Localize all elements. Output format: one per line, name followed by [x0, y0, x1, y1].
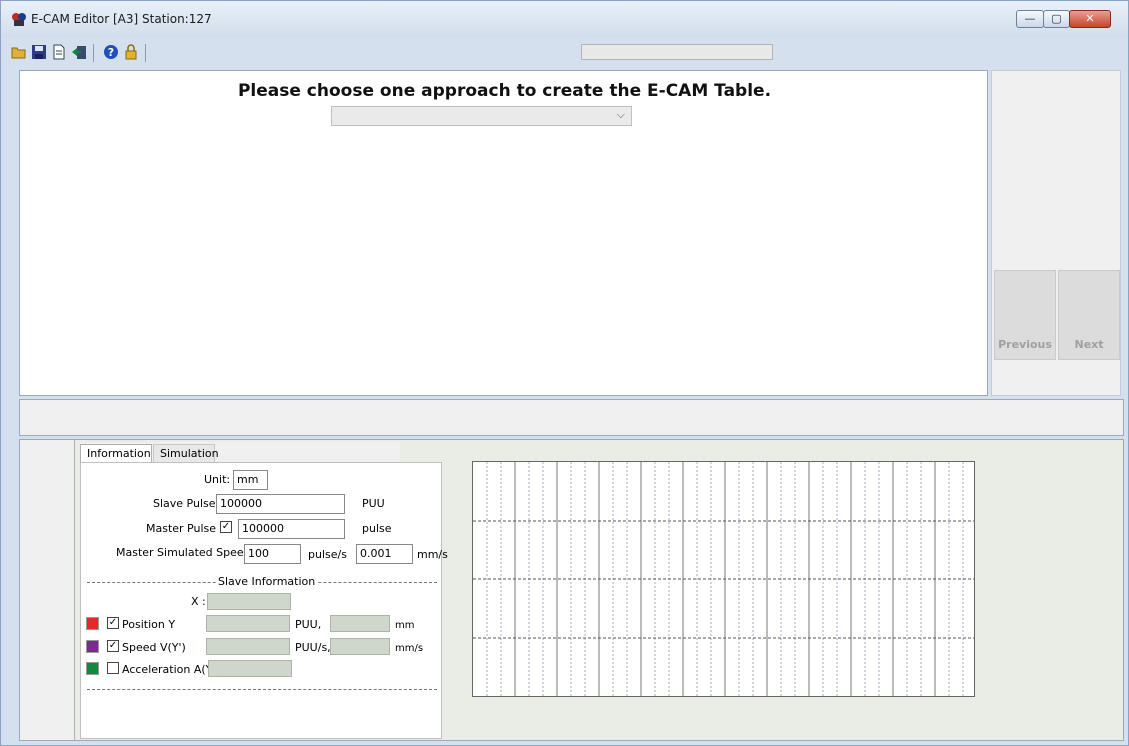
page-title: Please choose one approach to create the… [237, 81, 772, 101]
slave-pulse-label: Slave Pulse [153, 497, 216, 510]
speed-unit-puu: PUU/s, [295, 641, 331, 654]
tab-information[interactable]: Information [80, 444, 152, 462]
close-button[interactable]: ✕ [1069, 10, 1111, 28]
speed-unit-mm: mm/s [395, 643, 424, 654]
status-bar [19, 399, 1124, 436]
window-title: E-CAM Editor [A3] Station:127 [31, 12, 212, 26]
help-icon[interactable]: ? [103, 44, 119, 60]
close-icon: ✕ [1085, 12, 1095, 25]
speed-checkbox[interactable]: ✓ [107, 640, 119, 652]
main-panel: Please choose one approach to create the… [19, 70, 988, 396]
previous-button-label: Previous [998, 338, 1052, 351]
chart-area [472, 461, 975, 697]
position-puu-field [206, 615, 290, 632]
app-icon [12, 13, 26, 26]
position-color-swatch[interactable] [86, 617, 99, 630]
position-mm-field [330, 615, 390, 632]
maximize-icon: ▢ [1051, 12, 1062, 25]
speed-mm-field [330, 638, 390, 655]
master-speed-field[interactable]: 100 [244, 544, 301, 564]
toolbar-separator [93, 44, 94, 62]
position-unit-mm: mm [395, 620, 415, 631]
unit-label: Unit: [204, 473, 231, 486]
separator-line [87, 689, 437, 690]
information-panel: Unit: mm Slave Pulse 100000 PUU Master P… [80, 462, 448, 739]
toolbar-separator [145, 44, 146, 62]
minimize-icon: — [1024, 12, 1036, 25]
chevron-down-icon: ⌵ [616, 108, 625, 121]
position-unit-puu: PUU, [295, 618, 322, 631]
acceleration-label: Acceleration A(Y [122, 663, 213, 676]
x-label: X : [191, 595, 206, 608]
master-speed-mm-unit: mm/s [417, 548, 448, 561]
slave-information-label: Slave Information [216, 575, 318, 588]
save-icon[interactable] [31, 44, 47, 60]
approach-select[interactable]: ⌵ [331, 106, 632, 126]
master-pulse-checkbox[interactable]: ✓ [220, 521, 232, 533]
tab-bar: Information Simulation [80, 442, 400, 462]
next-button-label: Next [1074, 338, 1104, 351]
svg-text:?: ? [108, 46, 114, 59]
left-strip [20, 440, 75, 740]
maximize-button[interactable]: ▢ [1043, 10, 1070, 28]
x-value-field [207, 593, 291, 610]
export-icon[interactable] [71, 44, 87, 60]
minimize-button[interactable]: — [1016, 10, 1044, 28]
bottom-panel: Information Simulation Unit: mm Slave Pu… [19, 439, 1124, 741]
master-speed-label: Master Simulated Speed [116, 546, 251, 559]
master-speed-unit: pulse/s [308, 548, 347, 561]
master-pulse-field[interactable]: 100000 [238, 519, 345, 539]
master-pulse-unit: pulse [362, 522, 392, 535]
lock-icon[interactable] [123, 44, 139, 60]
slave-pulse-field[interactable]: 100000 [216, 494, 345, 514]
acceleration-checkbox[interactable] [107, 662, 119, 674]
open-folder-icon[interactable] [11, 44, 27, 60]
position-checkbox[interactable]: ✓ [107, 617, 119, 629]
new-document-icon[interactable] [51, 44, 67, 60]
acceleration-field [208, 660, 292, 677]
speed-color-swatch[interactable] [86, 640, 99, 653]
slave-pulse-unit: PUU [362, 497, 385, 510]
position-label: Position Y [122, 618, 176, 631]
acceleration-color-swatch[interactable] [86, 662, 99, 675]
speed-puu-field [206, 638, 290, 655]
status-field [581, 44, 773, 60]
tab-simulation[interactable]: Simulation [153, 444, 219, 462]
title-bar: E-CAM Editor [A3] Station:127 — ▢ ✕ [1, 1, 1128, 37]
unit-field[interactable]: mm [233, 470, 268, 490]
previous-button[interactable]: Previous [994, 270, 1056, 360]
chart-dashed-rows [473, 520, 974, 639]
speed-label: Speed V(Y') [122, 641, 186, 654]
next-button[interactable]: Next [1058, 270, 1120, 360]
navigation-panel: Previous Next [991, 70, 1121, 396]
master-speed-mm-field[interactable]: 0.001 [356, 544, 413, 564]
chart-grid [473, 462, 974, 696]
ecam-editor-window: E-CAM Editor [A3] Station:127 — ▢ ✕ ? Pl… [0, 0, 1129, 746]
master-pulse-label: Master Pulse [146, 522, 217, 535]
